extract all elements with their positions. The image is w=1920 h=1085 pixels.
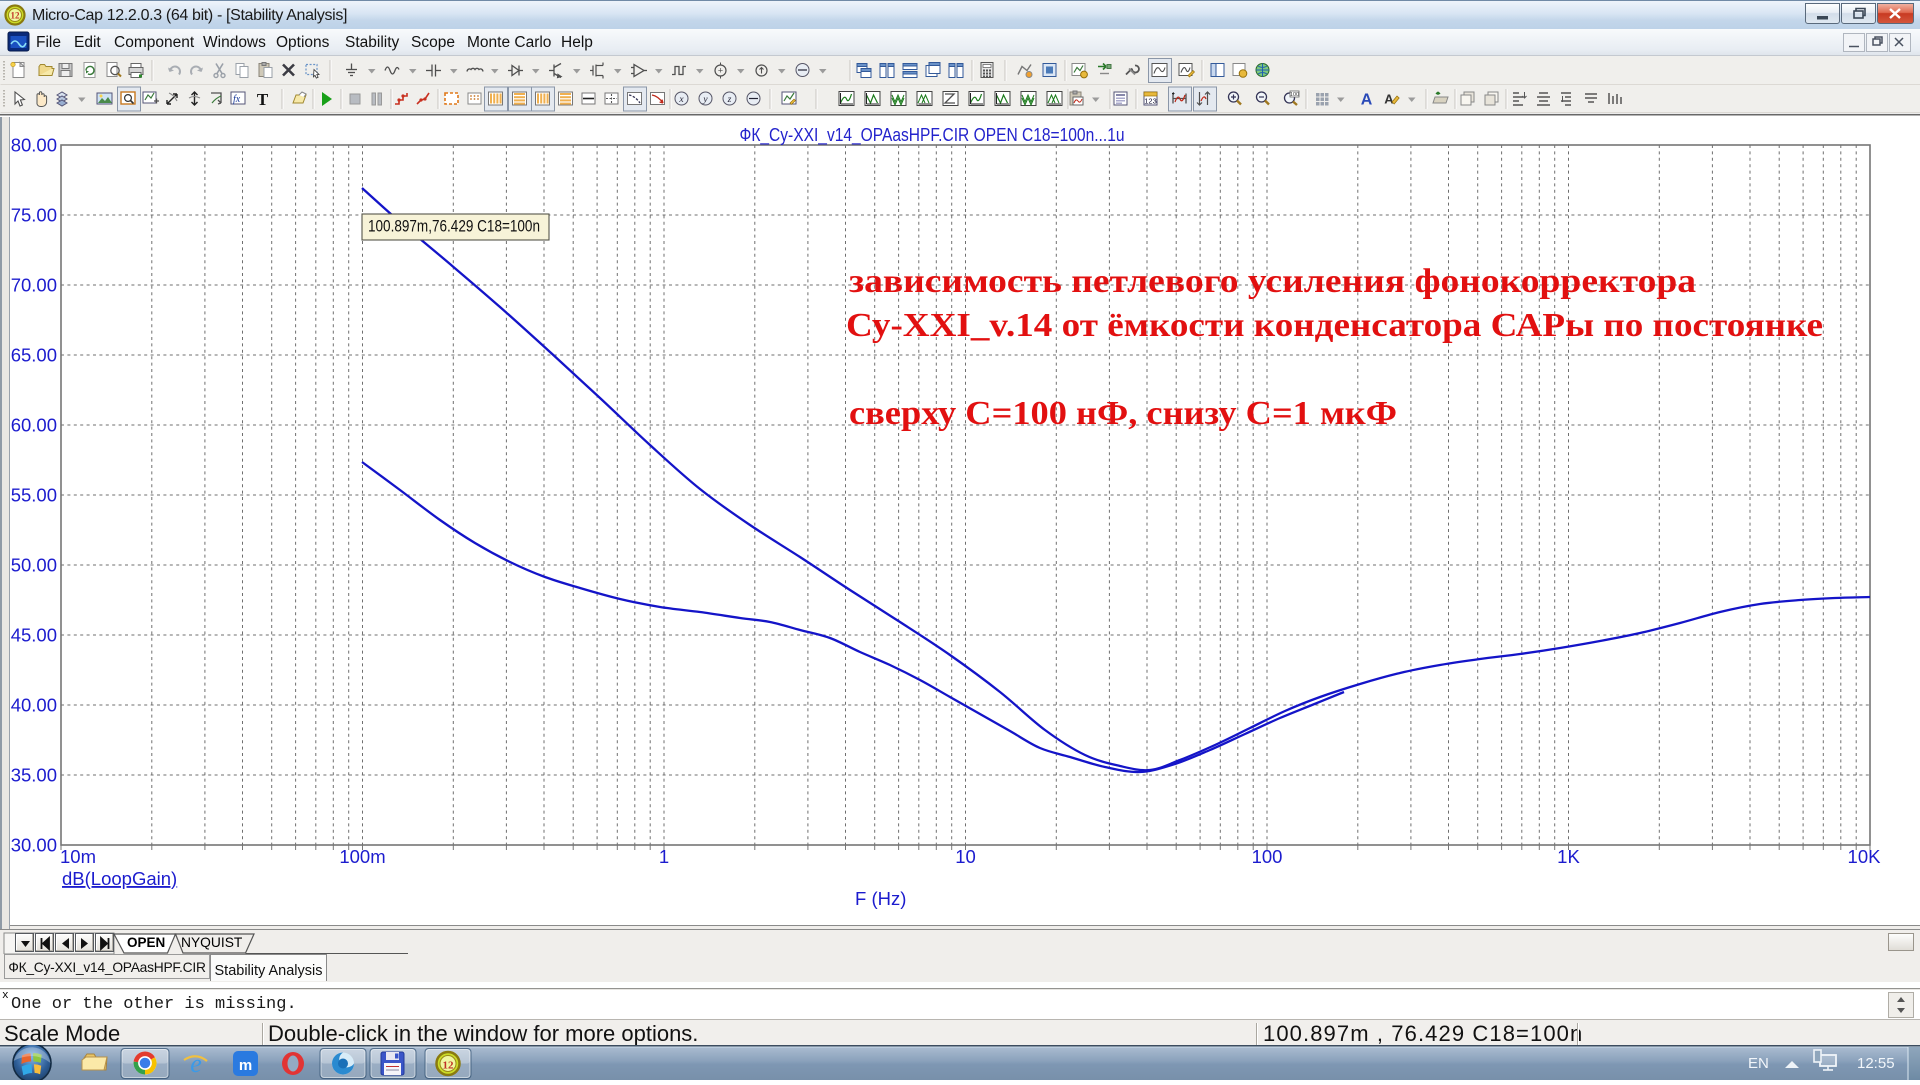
svg-text:80.00: 80.00 xyxy=(11,135,57,156)
svg-text:1: 1 xyxy=(659,846,669,867)
svg-text:зависимость петлевого усиления: зависимость петлевого усиления фонокорре… xyxy=(849,263,1696,300)
svg-text:12:55: 12:55 xyxy=(1857,1055,1895,1072)
svg-text:z: z xyxy=(727,95,732,105)
svg-text:10m: 10m xyxy=(60,846,96,867)
svg-text:100: 100 xyxy=(1290,92,1299,98)
svg-text:100: 100 xyxy=(1252,846,1283,867)
svg-text:35.00: 35.00 xyxy=(11,765,57,786)
svg-text:100m: 100m xyxy=(339,846,385,867)
svg-text:EN: EN xyxy=(1748,1055,1769,1072)
svg-text:+: + xyxy=(718,66,723,76)
svg-text:dB(LoopGain): dB(LoopGain) xyxy=(62,868,177,889)
svg-text:55.00: 55.00 xyxy=(11,485,57,506)
svg-text:100.897m,76.429 C18=100n: 100.897m,76.429 C18=100n xyxy=(368,218,540,236)
svg-text:12: 12 xyxy=(11,11,21,21)
svg-text:m: m xyxy=(239,1057,252,1074)
svg-text:ФК_Cy-XXI_v14_OPAasHPF.CIR OPE: ФК_Cy-XXI_v14_OPAasHPF.CIR OPEN C18=100n… xyxy=(740,125,1125,146)
svg-text:10: 10 xyxy=(955,846,976,867)
svg-text:10K: 10K xyxy=(1848,846,1882,867)
svg-text:65.00: 65.00 xyxy=(11,345,57,366)
svg-text:x: x xyxy=(678,95,684,105)
svg-text:60.00: 60.00 xyxy=(11,415,57,436)
svg-text:75.00: 75.00 xyxy=(11,205,57,226)
svg-text:fx: fx xyxy=(233,94,241,105)
svg-text:A: A xyxy=(1384,92,1394,107)
svg-text:F (Hz): F (Hz) xyxy=(855,888,906,909)
svg-text:сверху С=100 нФ, снизу С=1 мкФ: сверху С=100 нФ, снизу С=1 мкФ xyxy=(849,395,1397,432)
svg-text:45.00: 45.00 xyxy=(11,625,57,646)
svg-text:Су-XXI_v.14 от ёмкости конденс: Су-XXI_v.14 от ёмкости конденсатора САРы… xyxy=(846,307,1823,344)
svg-text:30.00: 30.00 xyxy=(11,835,57,856)
svg-text:1K: 1K xyxy=(1557,846,1580,867)
svg-text:123: 123 xyxy=(1144,97,1157,106)
svg-text:50.00: 50.00 xyxy=(11,555,57,576)
svg-text:y: y xyxy=(702,95,708,105)
svg-text:40.00: 40.00 xyxy=(11,695,57,716)
svg-text:12: 12 xyxy=(443,1060,455,1072)
svg-text:70.00: 70.00 xyxy=(11,275,57,296)
svg-text:A: A xyxy=(1361,92,1373,109)
svg-text:T: T xyxy=(257,90,269,109)
svg-text:e: e xyxy=(190,1049,202,1078)
